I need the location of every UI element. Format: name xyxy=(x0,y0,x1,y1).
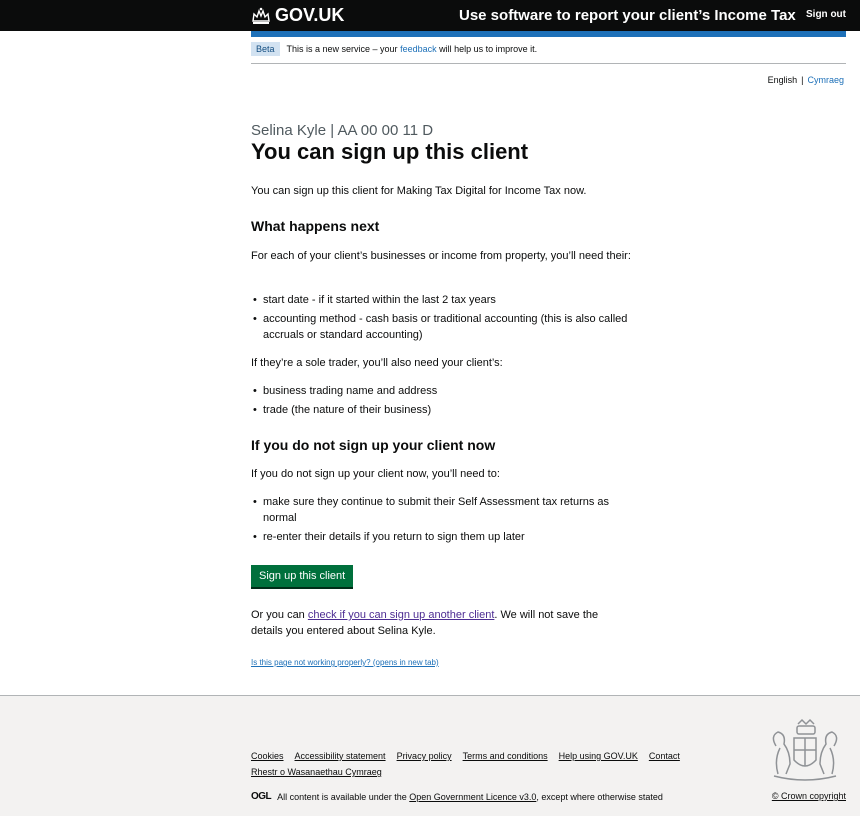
phase-text: This is a new service – your feedback wi… xyxy=(287,44,538,54)
footer-link-privacy[interactable]: Privacy policy xyxy=(397,751,452,761)
footer-link-terms[interactable]: Terms and conditions xyxy=(463,751,548,761)
sign-up-client-button[interactable]: Sign up this client xyxy=(251,565,354,587)
page-title: You can sign up this client xyxy=(251,139,529,164)
list-item: re-enter their details if you return to … xyxy=(251,529,631,545)
sole-trader-list: business trading name and address trade … xyxy=(251,383,631,421)
sole-trader-text: If they’re a sole trader, you’ll also ne… xyxy=(251,357,503,369)
report-problem-link[interactable]: Is this page not working properly? (open… xyxy=(251,658,439,667)
list-item: business trading name and address xyxy=(251,383,631,399)
alternative-text-before: Or you can xyxy=(251,609,305,621)
footer-link-accessibility[interactable]: Accessibility statement xyxy=(295,751,386,761)
feedback-link[interactable]: feedback xyxy=(400,44,437,54)
alternative-text: Or you can check if you can sign up anot… xyxy=(251,607,621,639)
language-welsh-link[interactable]: Cymraeg xyxy=(807,75,844,85)
licence-row: OGL All content is available under the O… xyxy=(251,791,663,802)
footer-link-cookies[interactable]: Cookies xyxy=(251,751,284,761)
language-separator: | xyxy=(801,75,804,85)
beta-tag: Beta xyxy=(251,42,280,56)
footer-link-help[interactable]: Help using GOV.UK xyxy=(559,751,638,761)
language-switcher: English | Cymraeg xyxy=(768,75,844,85)
list-item: accounting method - cash basis or tradit… xyxy=(251,311,631,343)
open-government-licence-link[interactable]: Open Government Licence v3.0 xyxy=(409,792,536,802)
sign-out-link[interactable]: Sign out xyxy=(806,9,846,20)
logo-text: GOV.UK xyxy=(275,5,345,25)
check-another-client-link[interactable]: check if you can sign up another client xyxy=(308,609,495,621)
site-footer: Cookies Accessibility statement Privacy … xyxy=(0,695,860,816)
header-blue-bar xyxy=(251,31,846,37)
footer-link-welsh-services[interactable]: Rhestr o Wasanaethau Cymraeg xyxy=(251,767,382,777)
footer-links: Cookies Accessibility statement Privacy … xyxy=(251,751,680,761)
ogl-logo: OGL xyxy=(251,791,272,802)
govuk-logo-link[interactable]: GOV.UK xyxy=(251,5,344,26)
not-now-heading: If you do not sign up your client now xyxy=(251,437,496,453)
phase-divider xyxy=(251,63,846,64)
language-current: English xyxy=(767,75,798,85)
intro-text: You can sign up this client for Making T… xyxy=(251,185,587,197)
service-name[interactable]: Use software to report your client’s Inc… xyxy=(459,7,796,24)
list-item: trade (the nature of their business) xyxy=(251,402,631,418)
licence-text-before: All content is available under the xyxy=(277,791,407,802)
licence-text: All content is available under the Open … xyxy=(277,792,663,802)
not-now-text: If you do not sign up your client now, y… xyxy=(251,468,500,480)
what-next-list: start date - if it started within the la… xyxy=(251,292,631,346)
list-item: start date - if it started within the la… xyxy=(251,292,631,308)
list-item: make sure they continue to submit their … xyxy=(251,494,631,526)
page-caption: Selina Kyle | AA 00 00 11 D xyxy=(251,122,434,139)
royal-coat-of-arms-icon xyxy=(764,718,846,784)
phase-text-after: will help us to improve it. xyxy=(439,44,538,54)
phase-banner: Beta This is a new service – your feedba… xyxy=(251,42,537,56)
what-next-text: For each of your client’s businesses or … xyxy=(251,250,631,262)
site-header: GOV.UK Use software to report your clien… xyxy=(0,0,860,31)
footer-link-contact[interactable]: Contact xyxy=(649,751,680,761)
not-now-list: make sure they continue to submit their … xyxy=(251,494,631,548)
crown-icon xyxy=(251,7,271,25)
phase-text-before: This is a new service – your xyxy=(286,44,398,54)
crown-copyright-link[interactable]: © Crown copyright xyxy=(772,791,846,801)
licence-text-after: , except where otherwise stated xyxy=(536,791,663,802)
what-next-heading: What happens next xyxy=(251,218,380,234)
